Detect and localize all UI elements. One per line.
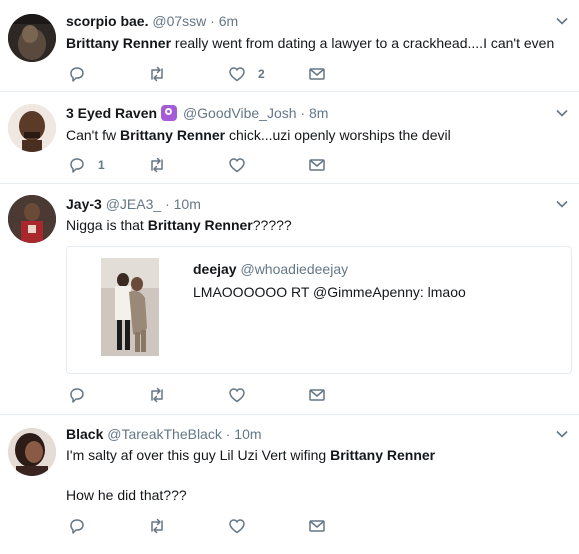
tweet-text-part: Nigga is that	[66, 217, 148, 233]
retweet-icon	[151, 518, 163, 534]
reply-button[interactable]	[68, 64, 98, 84]
direct-message-button[interactable]	[308, 155, 326, 175]
highlighted-term: Brittany Renner	[330, 447, 436, 463]
like-count: 2	[258, 67, 265, 81]
username[interactable]: @JEA3_	[106, 196, 161, 212]
avatar-image	[8, 104, 56, 152]
reply-icon	[70, 388, 84, 403]
purple-emoji-icon	[161, 105, 178, 121]
retweet-button[interactable]	[148, 385, 178, 405]
envelope-icon	[309, 389, 325, 401]
envelope-icon	[309, 159, 325, 171]
tweet-text-part: chick...uzi openly worships the devil	[225, 127, 451, 143]
chevron-down-icon[interactable]	[555, 427, 569, 441]
tweet-header: Black @TareakTheBlack · 10m	[66, 425, 539, 443]
reply-icon	[70, 519, 84, 534]
tweet-text-part: Can't fw	[66, 127, 121, 143]
chevron-down-icon[interactable]	[555, 106, 569, 120]
display-name[interactable]: 3 Eyed Raven	[66, 105, 157, 121]
tweet-text: I'm salty af over this guy Lil Uzi Vert …	[66, 445, 567, 465]
envelope-icon	[309, 68, 325, 80]
reply-icon	[70, 158, 84, 173]
avatar-image	[8, 14, 56, 62]
separator: ·	[165, 196, 170, 212]
reply-button[interactable]	[68, 516, 98, 536]
quoted-tweet-header: deejay @whoadiedeejay	[193, 261, 348, 277]
heart-icon	[229, 158, 245, 173]
heart-icon	[229, 519, 245, 534]
chevron-down-icon[interactable]	[555, 14, 569, 28]
tweet-text: Nigga is that Brittany Renner?????	[66, 215, 567, 235]
envelope-icon	[309, 520, 325, 532]
direct-message-button[interactable]	[308, 64, 326, 84]
separator: ·	[300, 105, 306, 121]
tweet[interactable]: scorpio bae. @07ssw · 6m Brittany Renner…	[0, 0, 579, 92]
retweet-icon	[151, 66, 163, 82]
tweet-text-part: really went from dating a lawyer to a cr…	[171, 35, 555, 51]
retweet-button[interactable]	[148, 155, 178, 175]
separator: ·	[210, 13, 215, 29]
reply-button[interactable]: 1	[68, 155, 105, 175]
username[interactable]: @GoodVibe_Josh	[183, 105, 297, 121]
avatar-image	[8, 428, 56, 476]
tweet-text-part: ?????	[252, 217, 292, 233]
timeline: scorpio bae. @07ssw · 6m Brittany Renner…	[0, 0, 579, 554]
display-name[interactable]: Black	[66, 426, 103, 442]
retweet-button[interactable]	[148, 516, 178, 536]
retweet-icon	[151, 157, 163, 173]
highlighted-term: Brittany Renner	[120, 127, 226, 143]
tweet[interactable]: Black @TareakTheBlack · 10m I'm salty af…	[0, 415, 579, 554]
highlighted-term: Brittany Renner	[66, 35, 172, 51]
reply-icon	[70, 67, 84, 82]
heart-icon	[229, 388, 245, 403]
tweet-text-part: I'm salty af over this guy Lil Uzi Vert …	[66, 447, 331, 463]
tweet[interactable]: Jay-3 @JEA3_ · 10m Nigga is that Brittan…	[0, 184, 579, 415]
tweet-text-line: How he did that???	[66, 487, 187, 503]
avatar[interactable]	[8, 195, 56, 243]
chevron-down-icon[interactable]	[555, 197, 569, 211]
avatar[interactable]	[8, 14, 56, 62]
quoted-username[interactable]: @whoadiedeejay	[240, 261, 348, 277]
timestamp[interactable]: 6m	[219, 13, 238, 29]
timestamp[interactable]: 10m	[234, 426, 261, 442]
tweet-text: Can't fw Brittany Renner chick...uzi ope…	[66, 125, 567, 145]
like-button[interactable]	[228, 385, 258, 405]
display-name[interactable]: scorpio bae.	[66, 13, 148, 29]
avatar-image	[8, 195, 56, 243]
reply-count: 1	[98, 158, 105, 172]
quoted-image	[101, 258, 159, 356]
quoted-display-name[interactable]: deejay	[193, 261, 237, 277]
retweet-button[interactable]	[148, 64, 178, 84]
avatar[interactable]	[8, 104, 56, 152]
direct-message-button[interactable]	[308, 516, 326, 536]
like-button[interactable]: 2	[228, 64, 265, 84]
direct-message-button[interactable]	[308, 385, 326, 405]
tweet-header: 3 Eyed Raven @GoodVibe_Josh · 8m	[66, 104, 539, 122]
username[interactable]: @TareakTheBlack	[107, 426, 222, 442]
separator: ·	[225, 426, 231, 442]
reply-button[interactable]	[68, 385, 98, 405]
retweet-icon	[151, 387, 163, 403]
like-button[interactable]	[228, 516, 258, 536]
tweet-text: Brittany Renner really went from dating …	[66, 33, 567, 53]
username[interactable]: @07ssw	[152, 13, 206, 29]
heart-icon	[229, 67, 245, 82]
tweet-header: Jay-3 @JEA3_ · 10m	[66, 195, 539, 213]
avatar[interactable]	[8, 428, 56, 476]
tweet[interactable]: 3 Eyed Raven @GoodVibe_Josh · 8m Can't f…	[0, 92, 579, 184]
tweet-header: scorpio bae. @07ssw · 6m	[66, 12, 539, 30]
highlighted-term: Brittany Renner	[147, 217, 253, 233]
display-name[interactable]: Jay-3	[66, 196, 102, 212]
timestamp[interactable]: 10m	[174, 196, 201, 212]
quoted-tweet-media[interactable]	[101, 258, 159, 356]
quoted-tweet-text: LMAOOOOOO RT @GimmeApenny: lmaoo	[193, 284, 466, 300]
like-button[interactable]	[228, 155, 258, 175]
quoted-tweet[interactable]: deejay @whoadiedeejay LMAOOOOOO RT @Gimm…	[66, 246, 572, 374]
timestamp[interactable]: 8m	[309, 105, 328, 121]
